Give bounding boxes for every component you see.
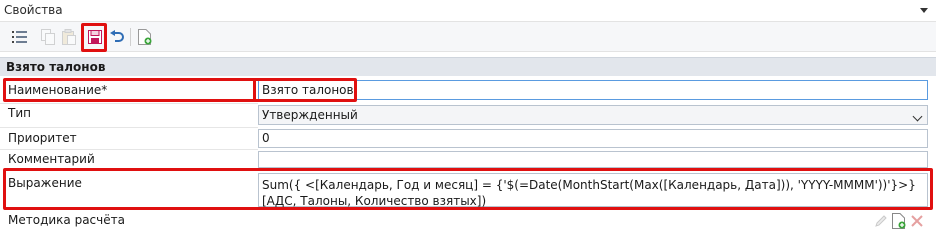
undo-button[interactable] xyxy=(106,26,128,48)
list-view-button[interactable] xyxy=(9,26,31,48)
type-value: Утвержденный xyxy=(262,108,358,122)
copy-button[interactable] xyxy=(37,26,59,48)
edit-method-button[interactable] xyxy=(872,211,890,231)
text-caret xyxy=(354,83,356,96)
type-row: Тип Утвержденный xyxy=(0,104,936,126)
priority-input[interactable]: 0 xyxy=(258,129,928,148)
method-row: Методика расчёта xyxy=(0,211,936,233)
save-icon xyxy=(88,30,102,44)
paste-icon xyxy=(62,29,76,45)
save-button[interactable] xyxy=(84,26,106,48)
expression-label: Выражение xyxy=(8,176,82,190)
new-document-icon xyxy=(138,29,152,45)
expression-input[interactable]: Sum({ <[Календарь, Год и месяц] = {'$(=D… xyxy=(258,173,928,208)
copy-icon xyxy=(41,29,55,45)
type-select[interactable]: Утвержденный xyxy=(258,105,928,125)
new-document-icon xyxy=(892,213,906,229)
close-icon xyxy=(911,215,923,227)
properties-panel-header: Свойства xyxy=(0,0,936,22)
method-label: Методика расчёта xyxy=(8,213,125,227)
name-label: Наименование* xyxy=(8,83,108,97)
priority-label: Приоритет xyxy=(8,131,77,145)
type-label: Тип xyxy=(8,106,31,120)
priority-row: Приоритет 0 xyxy=(0,128,936,148)
section-title: Взято талонов xyxy=(6,60,106,74)
panel-title: Свойства xyxy=(4,3,63,17)
delete-method-button[interactable] xyxy=(908,211,926,231)
name-row: Наименование* Взято талонов xyxy=(0,78,936,102)
comment-row: Комментарий xyxy=(0,150,936,168)
paste-button[interactable] xyxy=(58,26,80,48)
section-header: Взято талонов xyxy=(0,57,936,76)
panel-menu-dropdown-icon[interactable] xyxy=(920,8,928,13)
new-document-button[interactable] xyxy=(134,26,156,48)
comment-input[interactable] xyxy=(258,151,928,168)
undo-icon xyxy=(110,30,124,42)
priority-value: 0 xyxy=(262,131,270,145)
name-value: Взято талонов xyxy=(262,83,354,97)
expression-row: Выражение Sum({ <[Календарь, Год и месяц… xyxy=(0,170,936,208)
toolbar-separator xyxy=(130,28,131,46)
chevron-down-icon xyxy=(912,111,923,122)
list-icon xyxy=(12,31,27,43)
pencil-icon xyxy=(875,215,887,227)
add-method-button[interactable] xyxy=(890,211,908,231)
toolbar xyxy=(0,22,936,52)
expression-value: Sum({ <[Календарь, Год и месяц] = {'$(=D… xyxy=(262,178,916,208)
name-input[interactable]: Взято талонов xyxy=(258,80,928,100)
comment-label: Комментарий xyxy=(8,152,95,166)
